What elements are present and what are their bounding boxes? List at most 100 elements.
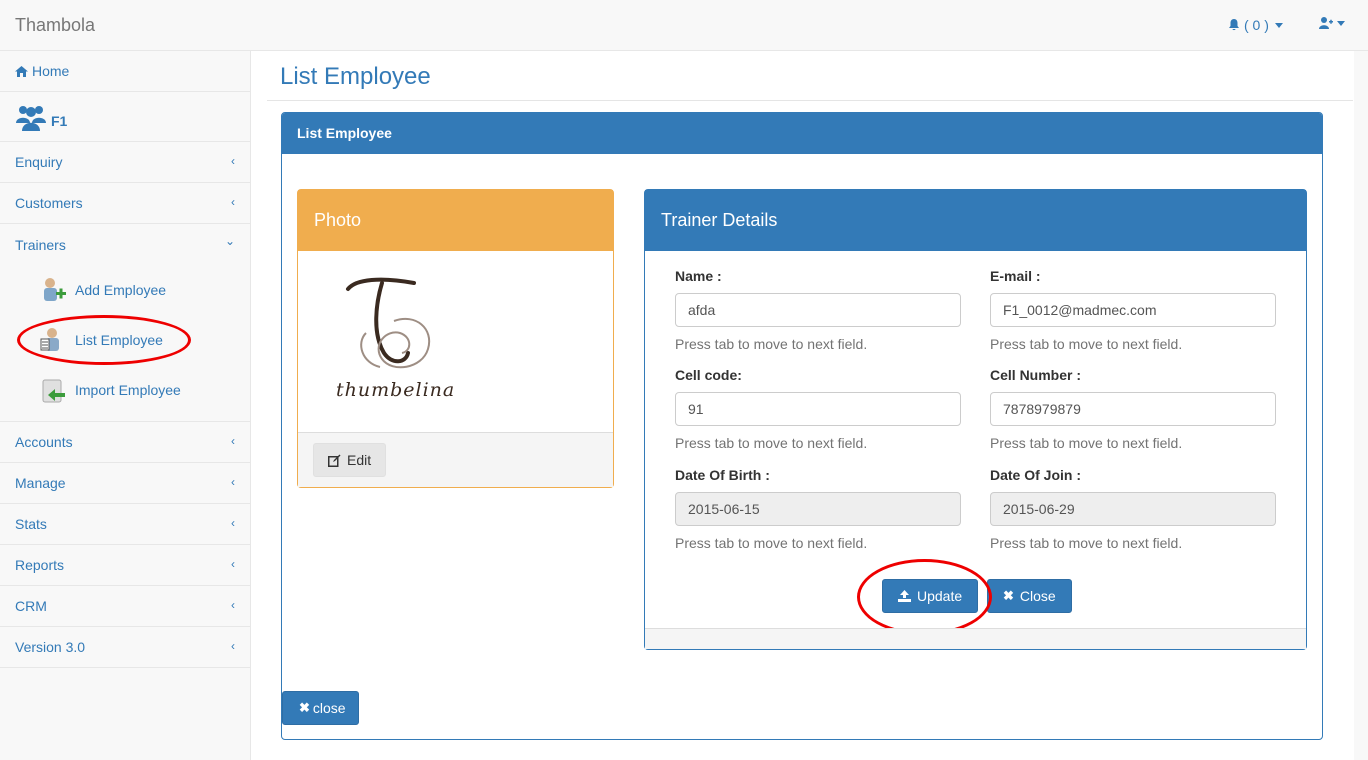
notification-count: ( 0 ): [1244, 17, 1269, 33]
cell-number-input[interactable]: 7878979879: [990, 392, 1276, 426]
sidebar-item-label: Reports: [15, 557, 65, 573]
sidebar-item-trainers[interactable]: Trainers ⌄: [0, 224, 250, 265]
trainer-details-panel: Trainer Details Name : afda Press tab to…: [644, 189, 1307, 650]
import-employee-icon: [42, 379, 65, 403]
sidebar-item-label: Trainers: [15, 236, 66, 253]
brand[interactable]: Thambola: [15, 15, 95, 36]
edit-label: Edit: [347, 452, 372, 468]
sidebar-item-label: Import Employee: [75, 382, 181, 398]
doj-label: Date Of Join :: [990, 467, 1082, 483]
notifications-dropdown[interactable]: ( 0 ): [1228, 17, 1283, 33]
name-field-group: Name : afda Press tab to move to next fi…: [675, 268, 961, 352]
sidebar-item-home[interactable]: Home: [0, 51, 250, 92]
main-content: List Employee List Employee Photo thumbe…: [251, 51, 1354, 760]
chevron-down-icon: [1337, 20, 1345, 26]
cell-code-field-group: Cell code: 91 Press tab to move to next …: [675, 367, 961, 451]
sidebar-item-list-employee[interactable]: List Employee: [0, 315, 250, 365]
close-label: Close: [1019, 588, 1056, 604]
upload-icon: [898, 590, 911, 602]
chevron-left-icon: ‹: [231, 434, 235, 448]
close-icon: ✖: [1003, 588, 1014, 603]
list-employee-panel: List Employee Photo thumbelina Edit Trai…: [281, 112, 1323, 740]
chevron-left-icon: ‹: [231, 195, 235, 209]
sidebar: Home F1 Enquiry ‹ Customers ‹ Trainers ⌄…: [0, 51, 251, 760]
update-button[interactable]: Update: [882, 579, 979, 613]
home-icon: [15, 65, 28, 77]
logo-text: thumbelina: [336, 379, 456, 401]
close-details-button[interactable]: ✖ Close: [987, 579, 1072, 613]
sidebar-item-import-employee[interactable]: Import Employee: [0, 365, 250, 415]
dob-help-text: Press tab to move to next field.: [675, 535, 868, 551]
cell-number-field-group: Cell Number : 7878979879 Press tab to mo…: [990, 367, 1276, 451]
chevron-left-icon: ‹: [231, 639, 235, 653]
doj-input[interactable]: 2015-06-29: [990, 492, 1276, 526]
edit-photo-button[interactable]: Edit: [313, 443, 387, 477]
email-help-text: Press tab to move to next field.: [990, 336, 1183, 352]
dob-input[interactable]: 2015-06-15: [675, 492, 961, 526]
sidebar-item-customers[interactable]: Customers ‹: [0, 183, 250, 224]
sidebar-item-stats[interactable]: Stats ‹: [0, 504, 250, 545]
trainers-submenu: Add Employee List Employee Import Employ…: [0, 265, 250, 422]
dob-field-group: Date Of Birth : 2015-06-15 Press tab to …: [675, 467, 961, 551]
top-navbar: Thambola ( 0 ): [0, 0, 1368, 51]
sidebar-item-label: Stats: [15, 516, 47, 532]
photo-panel-footer: Edit: [298, 433, 613, 487]
photo-panel-title: Photo: [298, 190, 613, 251]
sidebar-item-manage[interactable]: Manage ‹: [0, 463, 250, 504]
sidebar-item-label: Manage: [15, 475, 66, 491]
sidebar-item-accounts[interactable]: Accounts ‹: [0, 422, 250, 463]
sidebar-item-label: Home: [32, 63, 70, 79]
close-panel-button[interactable]: ✖ close: [282, 691, 359, 725]
doj-field-group: Date Of Join : 2015-06-29 Press tab to m…: [990, 467, 1276, 551]
name-label: Name :: [675, 268, 722, 284]
chevron-left-icon: ‹: [231, 154, 235, 168]
sidebar-item-label: Add Employee: [75, 282, 167, 298]
sidebar-item-label: F1: [51, 112, 68, 129]
bell-icon: [1229, 18, 1239, 30]
list-employee-icon: [40, 328, 59, 351]
panel-title: List Employee: [282, 113, 1322, 154]
cell-code-input[interactable]: 91: [675, 392, 961, 426]
dob-label: Date Of Birth :: [675, 467, 770, 483]
email-field-group: E-mail : F1_0012@madmec.com Press tab to…: [990, 268, 1276, 352]
sidebar-item-label: Accounts: [15, 434, 73, 450]
update-label: Update: [917, 588, 963, 604]
user-dropdown[interactable]: [1319, 17, 1345, 29]
divider: [267, 100, 1353, 101]
sidebar-item-version[interactable]: Version 3.0 ‹: [0, 627, 250, 668]
sidebar-item-label: List Employee: [75, 332, 163, 348]
email-label: E-mail :: [990, 268, 1041, 284]
user-icon: [1319, 17, 1333, 29]
sidebar-item-f1[interactable]: F1: [0, 92, 250, 142]
sidebar-item-label: Customers: [15, 195, 83, 211]
sidebar-item-crm[interactable]: CRM ‹: [0, 586, 250, 627]
cell-number-help-text: Press tab to move to next field.: [990, 435, 1183, 451]
name-help-text: Press tab to move to next field.: [675, 336, 868, 352]
email-input[interactable]: F1_0012@madmec.com: [990, 293, 1276, 327]
chevron-left-icon: ‹: [231, 516, 235, 530]
edit-icon: [328, 454, 341, 467]
sidebar-item-reports[interactable]: Reports ‹: [0, 545, 250, 586]
chevron-left-icon: ‹: [231, 557, 235, 571]
sidebar-item-add-employee[interactable]: Add Employee: [0, 265, 250, 315]
sidebar-item-label: CRM: [15, 598, 47, 614]
chevron-down-icon: [1274, 22, 1283, 28]
add-employee-icon: [44, 278, 66, 301]
chevron-left-icon: ‹: [231, 475, 235, 489]
trainer-details-title: Trainer Details: [645, 190, 1306, 251]
trainer-panel-footer: [645, 628, 1306, 649]
sidebar-item-enquiry[interactable]: Enquiry ‹: [0, 142, 250, 183]
close-label: close: [312, 700, 346, 716]
users-icon: [16, 105, 46, 131]
cell-code-help-text: Press tab to move to next field.: [675, 435, 868, 451]
sidebar-item-label: Version 3.0: [15, 639, 86, 655]
photo-panel: Photo thumbelina Edit: [297, 189, 614, 488]
doj-help-text: Press tab to move to next field.: [990, 535, 1183, 551]
cell-code-label: Cell code:: [675, 367, 742, 383]
sidebar-item-label: Enquiry: [15, 154, 63, 170]
close-icon: ✖: [299, 700, 310, 715]
page-title: List Employee: [280, 63, 431, 90]
name-input[interactable]: afda: [675, 293, 961, 327]
chevron-left-icon: ‹: [231, 598, 235, 612]
chevron-down-icon: ⌄: [224, 234, 235, 248]
